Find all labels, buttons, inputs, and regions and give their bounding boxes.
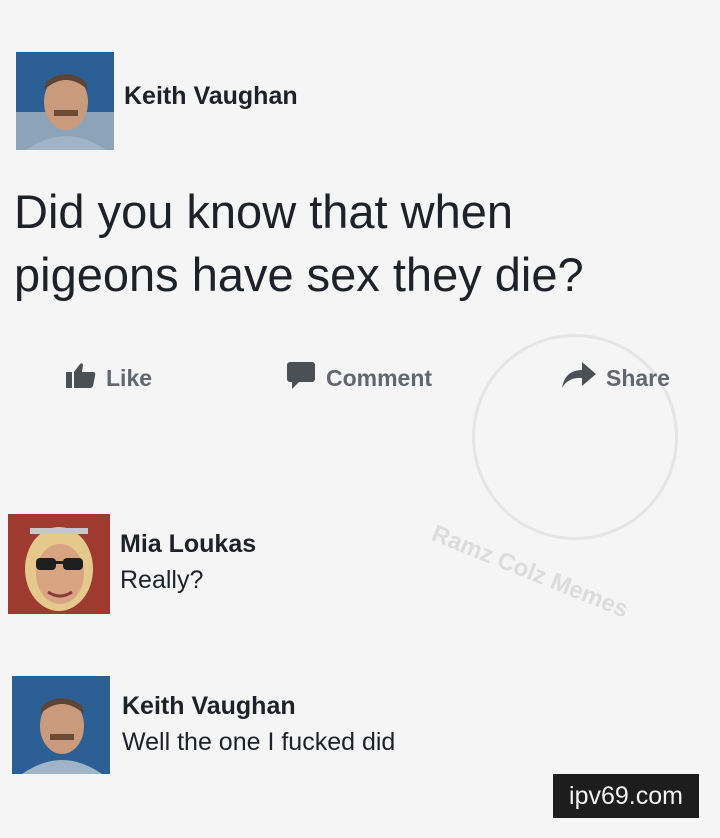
like-label: Like <box>106 364 153 391</box>
comment-author-avatar[interactable] <box>12 676 110 774</box>
thumbs-up-icon <box>66 362 96 394</box>
post-text-line: pigeons have sex they die? <box>14 248 584 301</box>
comment-author-name[interactable]: Mia Loukas <box>120 530 256 559</box>
share-label: Share <box>606 364 670 391</box>
comment-author-name[interactable]: Keith Vaughan <box>122 692 296 721</box>
share-arrow-icon <box>562 362 596 394</box>
comment-icon <box>286 361 316 395</box>
post-text-line: Did you know that when <box>14 185 514 238</box>
comment-text: Well the one I fucked did <box>122 728 396 756</box>
post-author-avatar[interactable] <box>16 52 114 150</box>
comment-label: Comment <box>326 364 433 391</box>
post-author-name[interactable]: Keith Vaughan <box>124 82 298 111</box>
like-button[interactable]: Like <box>66 360 152 396</box>
site-watermark-badge: ipv69.com <box>553 774 699 818</box>
post-text: Did you know that when pigeons have sex … <box>14 180 694 306</box>
comment-text: Really? <box>120 566 204 594</box>
comment-author-avatar[interactable] <box>8 514 110 614</box>
comment-button[interactable]: Comment <box>286 360 432 396</box>
post-action-bar: Like Comment Share <box>0 360 720 396</box>
share-button[interactable]: Share <box>562 360 670 396</box>
